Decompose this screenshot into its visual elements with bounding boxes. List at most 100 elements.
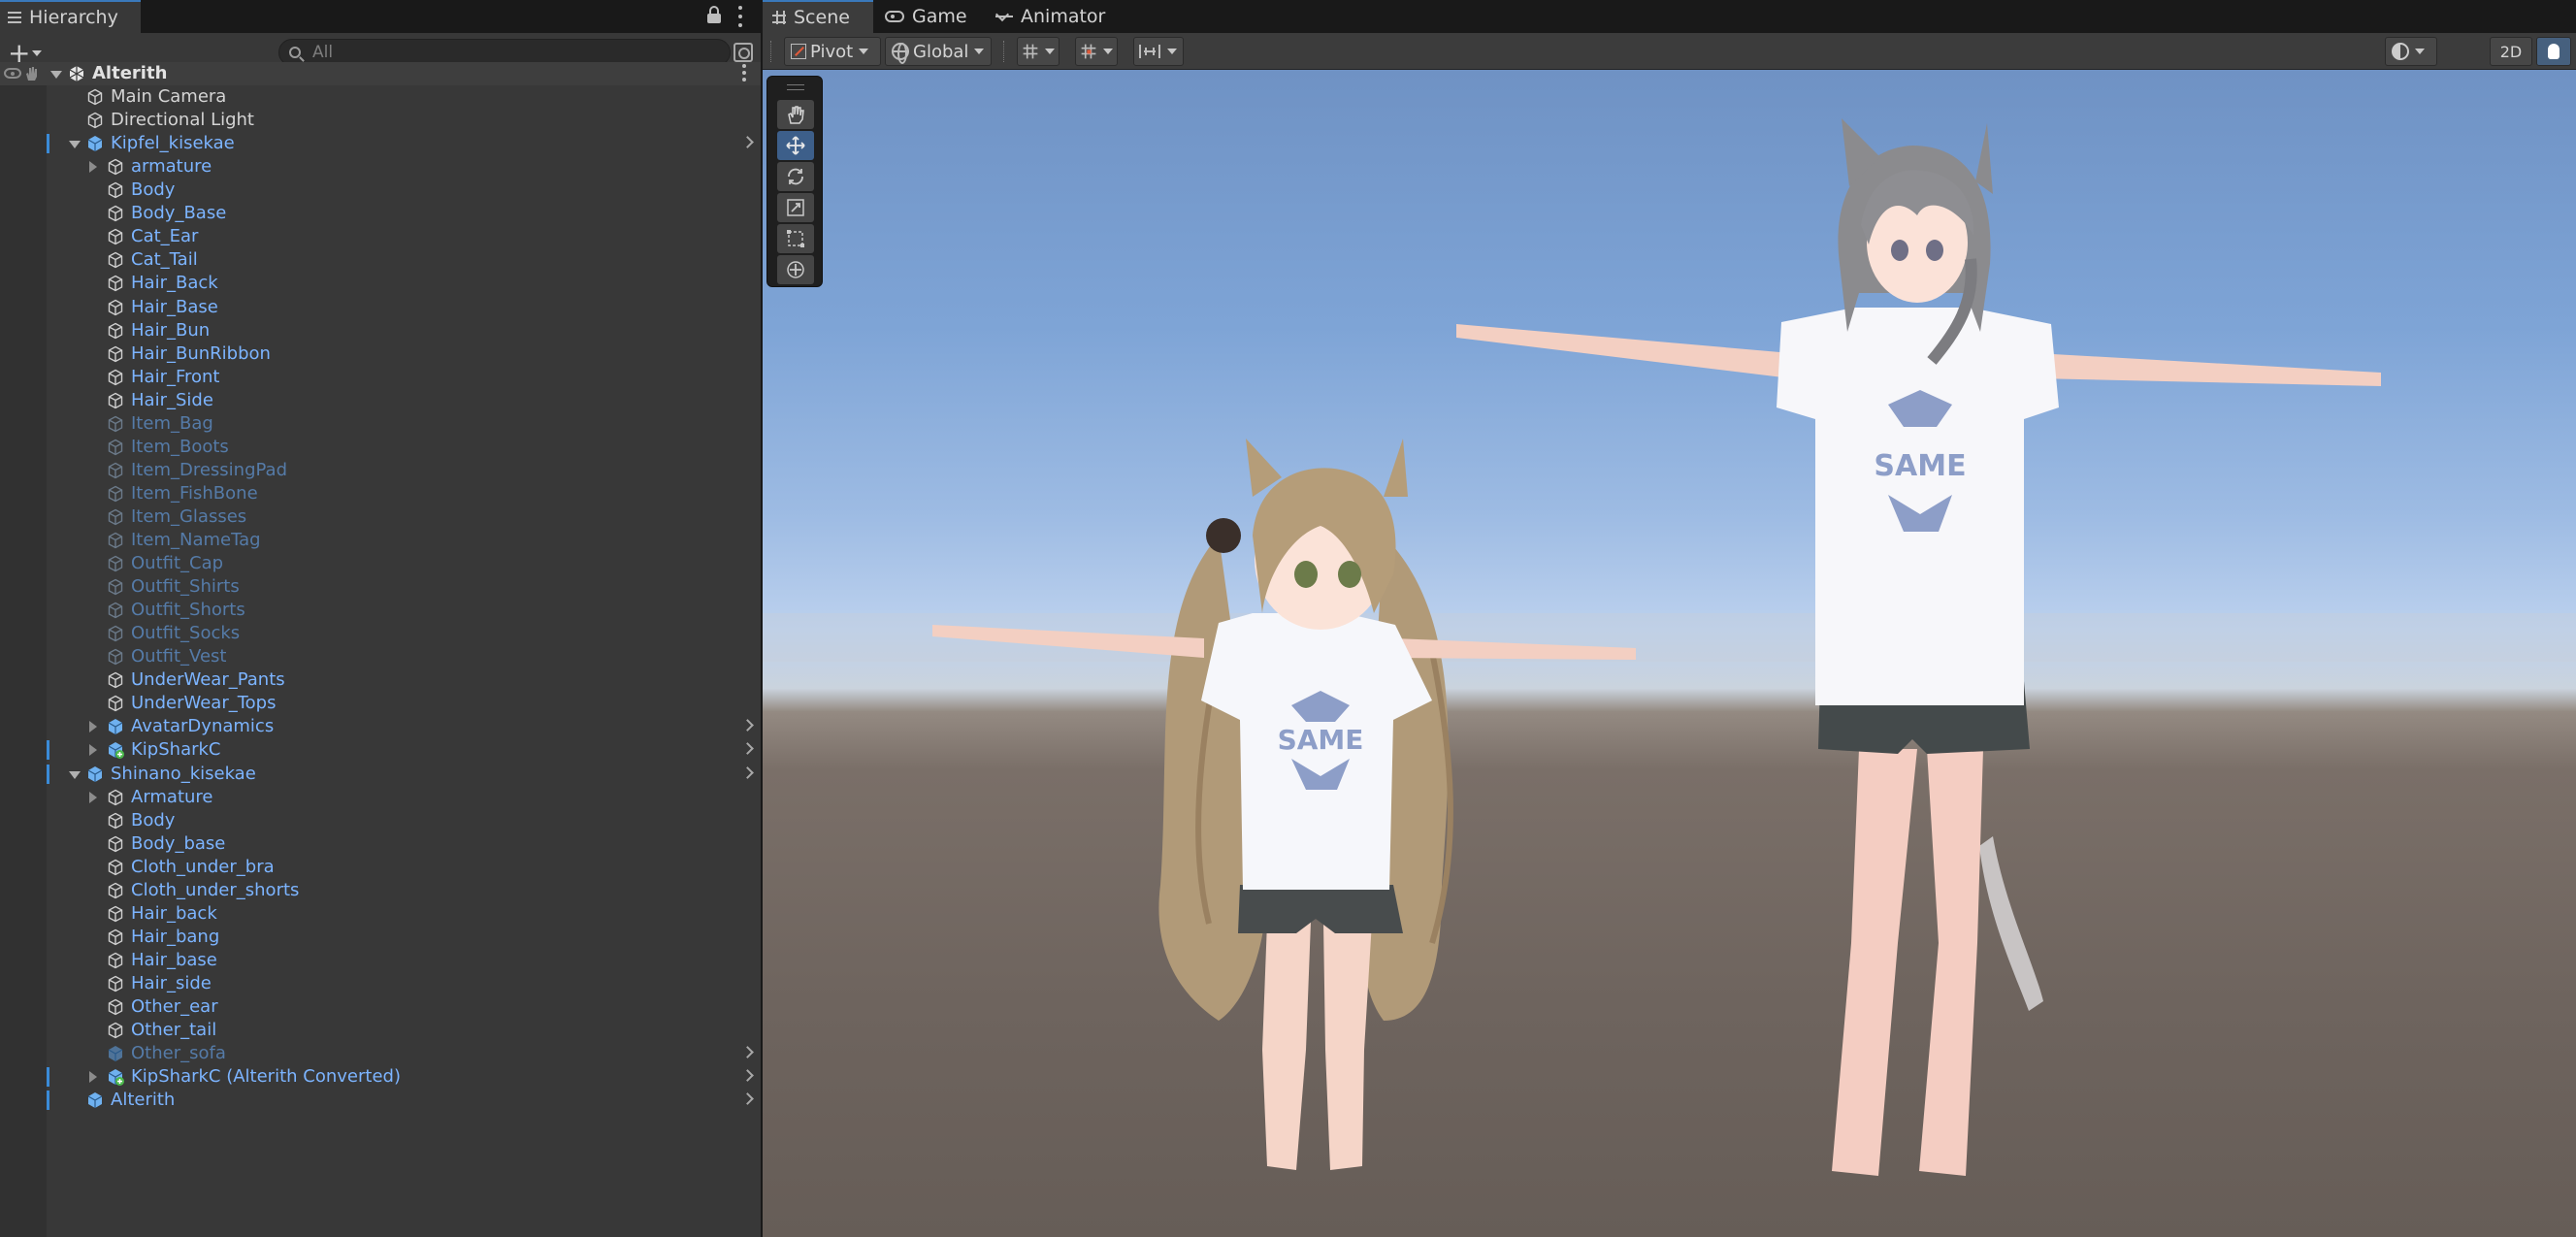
hierarchy-row[interactable]: Hair_Base <box>0 296 761 319</box>
hierarchy-row[interactable]: KipSharkC (Alterith Converted) <box>0 1065 761 1089</box>
pickable-hand-icon[interactable] <box>25 66 39 81</box>
hierarchy-row[interactable]: Directional Light <box>0 109 761 132</box>
hierarchy-row[interactable]: Body_Base <box>0 202 761 225</box>
hierarchy-row[interactable]: Other_tail <box>0 1019 761 1042</box>
rotate-tool-button[interactable] <box>777 162 814 191</box>
hierarchy-row[interactable]: Item_Bag <box>0 412 761 436</box>
increment-snap-dropdown[interactable] <box>1075 37 1118 66</box>
hand-tool-button[interactable] <box>777 100 814 129</box>
tab-animator[interactable]: Animator <box>986 0 1122 33</box>
align-icon <box>1139 45 1160 58</box>
foldout-collapsed-icon[interactable] <box>89 1071 97 1084</box>
hierarchy-row[interactable]: KipSharkC <box>0 738 761 762</box>
hierarchy-row[interactable]: Item_NameTag <box>0 529 761 552</box>
hierarchy-row[interactable]: Outfit_Shirts <box>0 575 761 599</box>
hierarchy-row[interactable]: Hair_Front <box>0 366 761 389</box>
avatar-kipfel[interactable]: SAME <box>932 439 1636 1170</box>
gameobject-icon <box>107 578 124 596</box>
open-prefab-chevron-icon[interactable] <box>741 719 754 732</box>
pivot-icon <box>791 44 806 59</box>
scene-viewport[interactable]: SAME SAME <box>763 70 2576 1237</box>
gameobject-icon <box>107 485 124 503</box>
foldout-expanded-icon[interactable] <box>50 71 62 79</box>
hierarchy-row[interactable]: Outfit_Shorts <box>0 599 761 622</box>
hierarchy-row[interactable]: Cloth_under_shorts <box>0 879 761 902</box>
scene-menu-icon[interactable] <box>741 64 747 81</box>
foldout-collapsed-icon[interactable] <box>89 791 97 803</box>
open-prefab-chevron-icon[interactable] <box>741 1069 754 1083</box>
align-dropdown[interactable] <box>1133 37 1184 66</box>
prefab-override-mark <box>47 764 49 784</box>
hierarchy-row[interactable]: Hair_bang <box>0 926 761 949</box>
hierarchy-row[interactable]: Hair_side <box>0 972 761 995</box>
hierarchy-row[interactable]: Item_FishBone <box>0 482 761 505</box>
hierarchy-row[interactable]: Item_DressingPad <box>0 459 761 482</box>
palette-grip[interactable] <box>787 84 804 90</box>
transform-tool-button[interactable] <box>777 255 814 284</box>
pivot-dropdown[interactable]: Pivot <box>784 37 881 66</box>
hierarchy-row[interactable]: Hair_Side <box>0 389 761 412</box>
open-prefab-chevron-icon[interactable] <box>741 136 754 149</box>
lighting-toggle[interactable] <box>2536 37 2571 66</box>
hierarchy-row[interactable]: Outfit_Socks <box>0 622 761 645</box>
hierarchy-row[interactable]: Body_base <box>0 832 761 856</box>
gameobject-icon <box>107 415 124 433</box>
hierarchy-row[interactable]: Body <box>0 179 761 202</box>
foldout-collapsed-icon[interactable] <box>89 161 97 174</box>
gameobject-icon <box>107 228 124 245</box>
open-prefab-chevron-icon[interactable] <box>741 1046 754 1058</box>
hierarchy-row[interactable]: Item_Boots <box>0 436 761 459</box>
panel-menu-icon[interactable] <box>737 6 743 27</box>
tab-scene[interactable]: Scene <box>763 0 873 33</box>
foldout-expanded-icon[interactable] <box>69 141 81 149</box>
hierarchy-row[interactable]: Alterith <box>0 1089 761 1112</box>
hierarchy-row[interactable]: armature <box>0 155 761 179</box>
tab-hierarchy[interactable]: Hierarchy <box>0 0 141 33</box>
hierarchy-row[interactable]: Outfit_Vest <box>0 645 761 668</box>
foldout-collapsed-icon[interactable] <box>89 744 97 757</box>
hierarchy-row[interactable]: Cat_Ear <box>0 225 761 248</box>
hierarchy-row[interactable]: Hair_base <box>0 949 761 972</box>
hierarchy-row[interactable]: Armature <box>0 786 761 809</box>
hierarchy-row[interactable]: Hair_BunRibbon <box>0 342 761 366</box>
2d-toggle[interactable]: 2D <box>2490 37 2532 66</box>
open-prefab-chevron-icon[interactable] <box>741 1092 754 1106</box>
hierarchy-row[interactable]: Hair_Bun <box>0 319 761 342</box>
search-filter-icon[interactable] <box>734 43 753 62</box>
hierarchy-row[interactable]: Shinano_kisekae <box>0 763 761 786</box>
hierarchy-row[interactable]: Other_sofa <box>0 1042 761 1065</box>
scale-tool-button[interactable] <box>777 193 814 222</box>
hierarchy-row-label: Kipfel_kisekae <box>111 133 235 154</box>
hierarchy-row[interactable]: Body <box>0 809 761 832</box>
visibility-eye-icon[interactable] <box>4 68 21 79</box>
hierarchy-row[interactable]: Hair_back <box>0 902 761 926</box>
scene-root-row[interactable]: Alterith <box>0 62 761 85</box>
gameobject-icon <box>107 695 124 712</box>
rect-tool-button[interactable] <box>777 224 814 253</box>
tab-game[interactable]: Game <box>875 0 982 33</box>
gameobject-icon <box>86 88 104 106</box>
hierarchy-row[interactable]: Other_ear <box>0 995 761 1019</box>
hierarchy-row[interactable]: Cloth_under_bra <box>0 856 761 879</box>
hand-icon <box>788 106 804 124</box>
hierarchy-row[interactable]: Hair_Back <box>0 272 761 295</box>
hierarchy-row[interactable]: Item_Glasses <box>0 505 761 529</box>
hierarchy-row-label: Hair_Front <box>131 366 220 387</box>
move-tool-button[interactable] <box>777 131 814 160</box>
draw-mode-dropdown[interactable] <box>2385 37 2437 66</box>
lock-icon[interactable] <box>706 6 722 25</box>
foldout-expanded-icon[interactable] <box>69 770 81 779</box>
hierarchy-row[interactable]: Cat_Tail <box>0 248 761 272</box>
hierarchy-row[interactable]: UnderWear_Tops <box>0 692 761 715</box>
foldout-collapsed-icon[interactable] <box>89 721 97 733</box>
hierarchy-row-label: Directional Light <box>111 110 254 131</box>
hierarchy-row[interactable]: UnderWear_Pants <box>0 668 761 692</box>
open-prefab-chevron-icon[interactable] <box>741 765 754 779</box>
hierarchy-row[interactable]: AvatarDynamics <box>0 715 761 738</box>
grid-snap-dropdown[interactable] <box>1017 37 1060 66</box>
hierarchy-row[interactable]: Outfit_Cap <box>0 552 761 575</box>
hierarchy-row[interactable]: Kipfel_kisekae <box>0 132 761 155</box>
open-prefab-chevron-icon[interactable] <box>741 742 754 756</box>
hierarchy-row[interactable]: Main Camera <box>0 85 761 109</box>
global-dropdown[interactable]: Global <box>885 37 992 66</box>
